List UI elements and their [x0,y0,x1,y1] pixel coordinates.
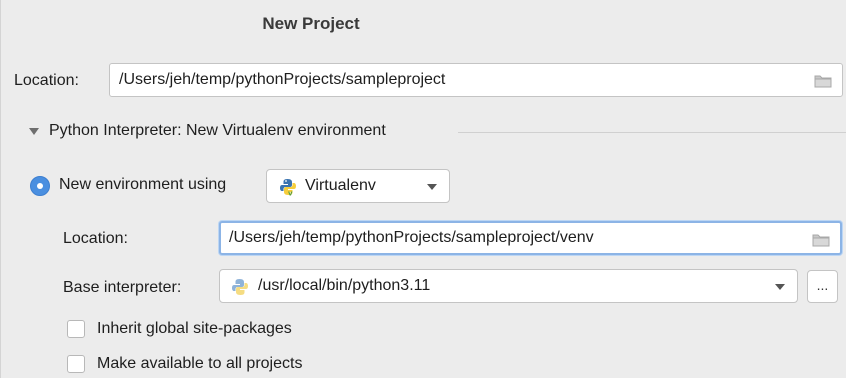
inherit-packages-checkbox[interactable] [67,320,85,338]
chevron-down-icon [775,284,785,290]
new-environment-radio[interactable] [30,176,50,196]
venv-location-field[interactable]: /Users/jeh/temp/pythonProjects/samplepro… [219,221,842,255]
environment-tool-dropdown[interactable]: v Virtualenv [266,169,450,203]
python-logo-icon [232,279,248,295]
browse-interpreter-button[interactable]: ... [807,270,838,303]
base-interpreter-dropdown[interactable]: /usr/local/bin/python3.11 [219,269,798,303]
project-location-field[interactable]: /Users/jeh/temp/pythonProjects/samplepro… [109,63,843,97]
make-available-checkbox[interactable] [67,355,85,373]
environment-tool-value: Virtualenv [305,177,376,194]
folder-icon[interactable] [812,233,830,247]
venv-location-value: /Users/jeh/temp/pythonProjects/samplepro… [229,229,594,246]
make-available-label: Make available to all projects [97,355,303,372]
dialog-title: New Project [262,14,360,33]
interpreter-section-title: Python Interpreter: New Virtualenv envir… [49,122,386,139]
base-interpreter-value: /usr/local/bin/python3.11 [258,277,431,294]
project-location-value: /Users/jeh/temp/pythonProjects/samplepro… [119,71,446,88]
venv-location-label: Location: [63,230,128,247]
inherit-packages-label: Inherit global site-packages [97,320,292,337]
project-location-label: Location: [14,72,79,89]
base-interpreter-label: Base interpreter: [63,279,182,296]
new-environment-label: New environment using [59,176,227,193]
virtualenv-python-icon: v [280,179,296,197]
expand-triangle-icon[interactable] [29,128,39,135]
svg-text:v: v [288,190,293,197]
folder-icon[interactable] [814,74,832,88]
interpreter-section-header[interactable]: Python Interpreter: New Virtualenv envir… [25,122,846,144]
new-project-dialog: New Project Location: /Users/jeh/temp/py… [0,0,846,378]
chevron-down-icon [427,184,437,190]
section-divider [458,132,846,133]
